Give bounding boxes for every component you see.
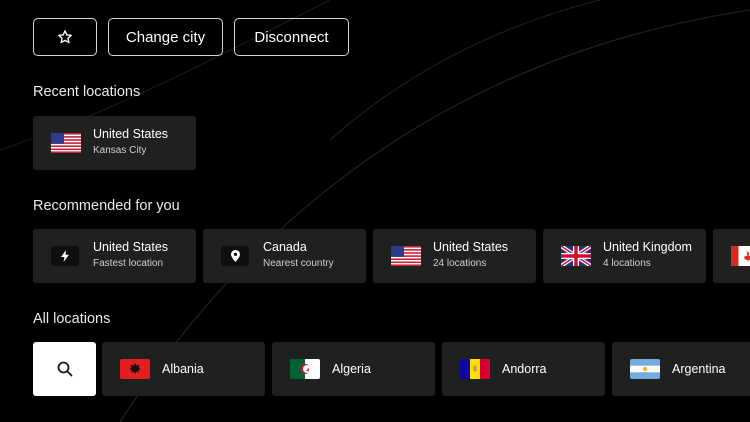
algeria-flag-icon <box>290 359 320 379</box>
canada-flag-icon <box>731 246 750 266</box>
us-flag-icon <box>51 133 81 153</box>
uk-flag-icon <box>561 246 591 266</box>
location-card-albania[interactable]: Albania <box>102 342 265 396</box>
lightning-icon <box>51 246 79 266</box>
albania-flag-icon <box>120 359 150 379</box>
location-country: United States <box>433 240 509 254</box>
location-card-algeria[interactable]: Algeria <box>272 342 435 396</box>
recent-location-card[interactable]: United States Kansas City <box>33 116 196 170</box>
favorite-button[interactable] <box>33 18 97 56</box>
change-city-button[interactable]: Change city <box>108 18 223 56</box>
location-country: United Kingdom <box>603 240 692 254</box>
location-country: Andorra <box>502 362 547 376</box>
recommended-card-fastest[interactable]: United States Fastest location <box>33 229 196 283</box>
disconnect-button[interactable]: Disconnect <box>234 18 349 56</box>
andorra-flag-icon <box>460 359 490 379</box>
location-country: Canada <box>263 240 307 254</box>
location-country: United States <box>93 240 169 254</box>
all-locations-title: All locations <box>33 311 111 327</box>
location-card-argentina[interactable]: Argentina <box>612 342 750 396</box>
recommended-title: Recommended for you <box>33 198 180 214</box>
location-country: United States <box>93 127 169 141</box>
flag-slot <box>51 133 81 153</box>
location-subtitle: 4 locations <box>603 258 651 269</box>
location-country: Argentina <box>672 362 726 376</box>
location-subtitle: 24 locations <box>433 258 487 269</box>
search-icon <box>57 361 72 377</box>
search-button[interactable] <box>33 342 96 396</box>
location-country: Algeria <box>332 362 371 376</box>
recommended-card-uk[interactable]: United Kingdom 4 locations <box>543 229 706 283</box>
location-pin-icon <box>221 246 249 266</box>
recommended-card-nearest[interactable]: Canada Nearest country <box>203 229 366 283</box>
star-icon <box>58 30 72 44</box>
location-subtitle: Nearest country <box>263 258 334 269</box>
location-card-andorra[interactable]: Andorra <box>442 342 605 396</box>
location-subtitle: Kansas City <box>93 145 147 156</box>
location-subtitle: Fastest location <box>93 258 164 269</box>
us-flag-icon <box>391 246 421 266</box>
argentina-flag-icon <box>630 359 660 379</box>
recent-locations-title: Recent locations <box>33 84 141 100</box>
recommended-card-canada-partial[interactable] <box>713 229 750 283</box>
location-country: Albania <box>162 362 204 376</box>
recommended-card-us[interactable]: United States 24 locations <box>373 229 536 283</box>
